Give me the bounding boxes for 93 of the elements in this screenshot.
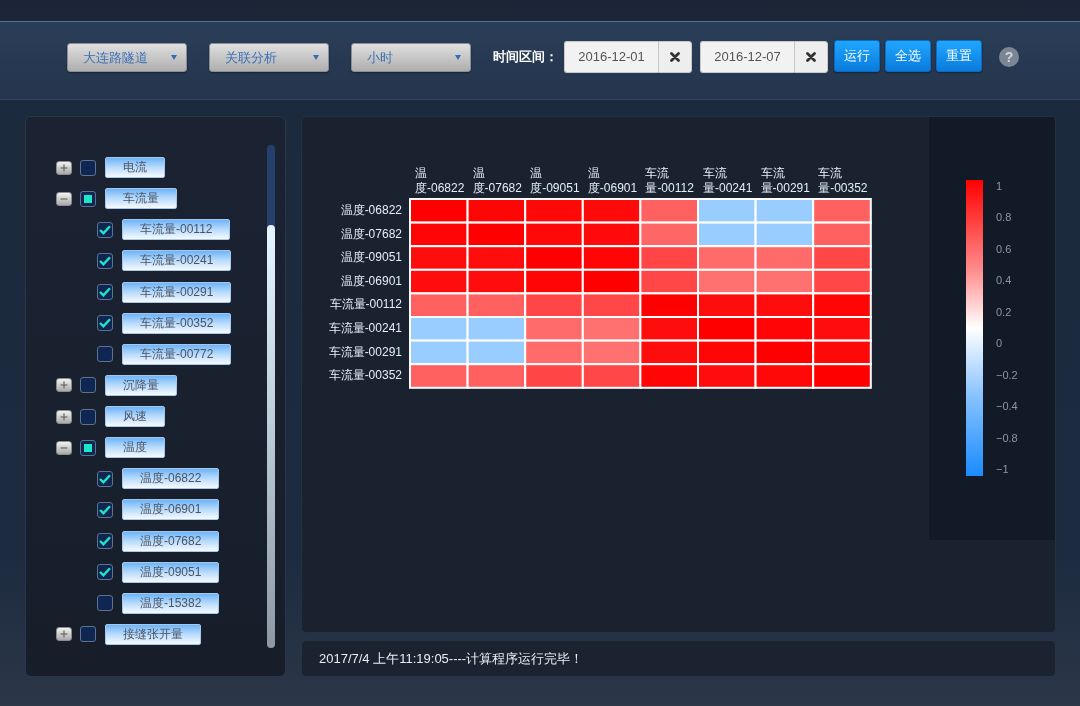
row-label: 车流量-00291 <box>327 343 403 361</box>
check-icon <box>99 473 111 484</box>
dropdown[interactable]: 小时 <box>351 43 471 72</box>
plus-icon[interactable] <box>56 378 72 393</box>
date-field[interactable]: 2016-12-01 <box>564 41 658 73</box>
row-label: 温度-06822 <box>339 202 403 219</box>
square-icon <box>84 443 92 452</box>
clear-button[interactable] <box>658 41 692 73</box>
caret-icon <box>313 55 319 60</box>
date-field[interactable]: 2016-12-07 <box>700 41 794 73</box>
checkbox[interactable] <box>80 159 96 176</box>
tree-item[interactable]: 温度 <box>105 437 165 459</box>
row-label: 温度-07682 <box>339 225 403 243</box>
action-button[interactable]: 运行 <box>834 40 880 72</box>
caret-icon <box>455 55 461 60</box>
scale-label: 0.2 <box>996 305 1013 319</box>
column-label: 车流量-00241 <box>701 166 754 197</box>
row-label: 温度-09051 <box>339 249 403 267</box>
tree-item[interactable]: 车流量-00352 <box>122 312 232 334</box>
checkbox[interactable] <box>97 252 113 269</box>
checkbox[interactable] <box>97 501 113 518</box>
scale-label: 1 <box>996 180 1004 193</box>
action-button[interactable]: 重置 <box>936 40 982 72</box>
tree-item[interactable]: 车流量-00772 <box>122 343 232 365</box>
checkbox[interactable] <box>80 439 96 456</box>
row-label: 车流量-00112 <box>328 296 403 314</box>
check-icon <box>99 224 111 235</box>
row-label: 温度-06901 <box>339 272 403 290</box>
tree-item[interactable]: 车流量-00291 <box>122 281 232 303</box>
checkbox[interactable] <box>97 470 113 487</box>
scrollbar-thumb[interactable] <box>267 225 275 648</box>
check-icon <box>99 255 111 266</box>
tree-item[interactable]: 风速 <box>105 406 165 428</box>
caret-icon <box>171 55 177 60</box>
scale-label: 0.6 <box>996 242 1013 256</box>
tree-item[interactable]: 温度-09051 <box>122 561 220 583</box>
checkbox[interactable] <box>97 595 113 612</box>
check-icon <box>99 536 111 547</box>
tree-item[interactable]: 电流 <box>105 157 165 179</box>
minus-icon[interactable] <box>56 440 72 455</box>
dropdown[interactable]: 大连路隧道 <box>67 43 187 72</box>
column-label: 车流量-00112 <box>644 166 695 197</box>
checkbox[interactable] <box>97 564 113 581</box>
checkbox[interactable] <box>97 533 113 550</box>
column-label: 温度-06901 <box>586 166 639 197</box>
x-icon <box>670 52 680 62</box>
checkbox[interactable] <box>80 408 96 425</box>
scrollbar-track[interactable] <box>267 145 275 648</box>
column-label: 车流量-00352 <box>817 166 869 197</box>
column-label: 温度-09051 <box>529 166 581 197</box>
checkbox[interactable] <box>80 626 96 643</box>
status-message: 2017/7/4 上午11:19:05----计算程序运行完毕！ <box>319 649 584 668</box>
checkbox[interactable] <box>97 315 113 332</box>
checkbox[interactable] <box>97 284 113 301</box>
checkbox[interactable] <box>80 190 96 207</box>
plus-icon[interactable] <box>56 627 72 642</box>
tree-item[interactable]: 温度-06901 <box>122 499 220 521</box>
scale-label: −1 <box>996 462 1010 476</box>
column-label: 车流量-00291 <box>759 166 811 197</box>
tree-item[interactable]: 温度-07682 <box>122 530 220 552</box>
range-label: 时间区间： <box>493 48 558 66</box>
scale-label: 0.4 <box>996 274 1013 288</box>
checkbox[interactable] <box>97 221 113 238</box>
tree-item[interactable]: 车流量-00241 <box>122 250 232 272</box>
tree-item[interactable]: 沉降量 <box>105 374 177 396</box>
scale-label: −0.8 <box>996 431 1018 445</box>
tree-item[interactable]: 车流量 <box>105 188 177 210</box>
row-label: 车流量-00352 <box>327 367 403 385</box>
checkbox[interactable] <box>97 346 113 363</box>
check-icon <box>99 318 111 329</box>
checkbox[interactable] <box>80 377 96 394</box>
plus-icon[interactable] <box>56 160 72 175</box>
scale-label: −0.4 <box>996 400 1018 414</box>
square-icon <box>84 194 92 203</box>
dropdown[interactable]: 关联分析 <box>209 43 329 72</box>
tree-item[interactable]: 车流量-00112 <box>122 219 231 241</box>
tree-item[interactable]: 温度-15382 <box>122 592 220 614</box>
scale-label: −0.2 <box>996 368 1018 382</box>
tree-item[interactable]: 接缝张开量 <box>105 623 201 645</box>
clear-button[interactable] <box>794 41 828 73</box>
column-label: 温度-07682 <box>471 166 523 197</box>
column-label: 温度-06822 <box>414 166 466 197</box>
scale-label: 0 <box>996 337 1004 351</box>
row-label: 车流量-00241 <box>327 319 403 337</box>
x-icon <box>806 52 816 62</box>
check-icon <box>99 287 111 298</box>
check-icon <box>99 504 111 515</box>
action-button[interactable]: 全选 <box>885 40 931 72</box>
plus-icon[interactable] <box>56 409 72 424</box>
tree-item[interactable]: 温度-06822 <box>122 468 220 490</box>
minus-icon[interactable] <box>56 191 72 206</box>
check-icon <box>99 567 111 578</box>
scale-label: 0.8 <box>996 211 1013 225</box>
